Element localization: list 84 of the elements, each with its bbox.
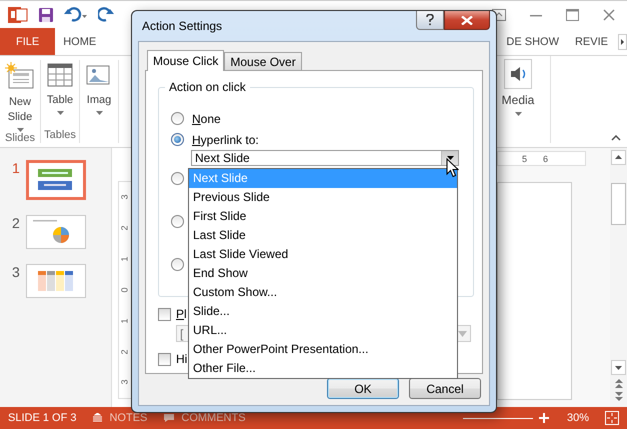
checkbox-label[interactable]: Hi [176,352,188,366]
maximize-icon[interactable] [566,8,579,20]
checkbox[interactable] [158,352,171,366]
radio-label[interactable]: None [192,112,221,126]
slide-number: 3 [12,264,20,280]
ruler-number: 2 [120,349,130,354]
radio-button[interactable] [171,133,184,146]
dropdown-option[interactable]: Other File... [189,359,457,378]
checkbox[interactable] [158,308,171,320]
help-button[interactable] [416,11,444,30]
dropdown-option[interactable]: Last Slide Viewed [189,245,457,264]
ribbon-tab[interactable]: REVIE [566,28,616,55]
dropdown-arrow-icon [446,156,454,160]
dropdown-option[interactable]: Custom Show... [189,283,457,302]
title-slide-drawing [38,169,74,191]
dialog-button[interactable]: Cancel [409,378,481,399]
ribbon-tab[interactable]: DE SHOW [498,28,567,55]
fit-slide-icon[interactable] [605,411,619,425]
hyperlink-dropdown[interactable]: Next Slide [191,150,459,166]
ribbon-button-label[interactable]: New Slide [8,95,32,125]
dropdown-option[interactable]: Previous Slide [189,188,457,207]
speaker-icon[interactable] [504,59,532,89]
redo-icon[interactable] [98,6,114,22]
scroll-down-icon[interactable] [611,360,626,375]
dropdown-arrow-icon [458,330,467,336]
slide-thumbnail[interactable] [26,215,86,249]
radio-label[interactable]: Hyperlink to: [192,132,259,146]
caret-icon[interactable] [16,128,24,132]
ruler-number: 5 [522,154,528,164]
dropdown-option[interactable]: Slide... [189,302,457,321]
zoom-level[interactable]: 30% [566,412,589,424]
scroll-right-icon[interactable] [618,34,627,50]
scroll-up-icon[interactable] [611,150,626,165]
dropdown-option[interactable]: End Show [189,264,457,283]
group-label: Tables [44,129,76,141]
ruler-number: 1 [120,318,130,324]
group-title: Action on click [165,80,250,94]
caret-icon[interactable] [514,112,522,116]
dialog-tab[interactable]: Mouse Click [147,50,224,71]
ruler-number: 3 [120,380,130,385]
dialog-tab[interactable]: Mouse Over [224,52,302,70]
close-icon[interactable] [603,8,615,20]
slide-thumbnail[interactable] [26,264,86,298]
ribbon-button-label[interactable]: Imag [86,93,112,108]
checkbox-label[interactable]: Pl [176,307,187,321]
comment-icon[interactable] [163,413,176,423]
dialog-title: Action Settings [142,19,222,33]
collapse-ribbon-icon[interactable] [611,135,621,141]
dropdown-option[interactable]: URL... [189,321,457,340]
previous-slide-icon[interactable] [614,379,624,388]
next-slide-icon[interactable] [614,392,624,401]
slide-thumbnail[interactable] [26,160,86,200]
ribbon-button-label[interactable]: Media [502,93,534,108]
dropdown-option[interactable]: Other PowerPoint Presentation... [189,340,457,359]
ruler-number: 1 [120,256,130,262]
zoom-in-icon[interactable] [538,413,549,423]
caret-icon[interactable] [56,111,64,115]
ruler-number: 2 [120,226,130,231]
radio-button[interactable] [171,112,184,125]
columns-slide-drawing [38,271,74,291]
close-icon [461,16,473,24]
slide-number: 1 [12,160,20,176]
save-icon[interactable] [38,6,54,22]
undo-icon[interactable] [64,6,88,22]
close-button[interactable] [444,11,490,30]
scroll-thumb[interactable] [611,183,626,225]
radio-button[interactable] [171,258,184,271]
ruler-number: 6 [543,154,548,164]
notes-icon[interactable] [92,413,104,423]
radio-button[interactable] [171,172,184,185]
dialog-button[interactable]: OK [327,378,399,399]
group-label: Slides [5,132,35,144]
dropdown-option[interactable]: Last Slide [189,226,457,245]
caret-icon[interactable] [96,111,102,115]
help-icon [426,14,434,26]
ribbon-button-label[interactable]: Table [46,93,74,108]
dropdown-option[interactable]: First Slide [189,207,457,226]
ruler-number: 0 [120,287,130,292]
slide-counter: SLIDE 1 OF 3 [8,412,76,424]
ribbon-tab[interactable]: HOME [55,28,104,55]
powerpoint-logo-icon [8,6,28,24]
slide-number: 2 [12,215,20,231]
ruler-number: 3 [120,194,130,200]
radio-button[interactable] [171,215,184,228]
